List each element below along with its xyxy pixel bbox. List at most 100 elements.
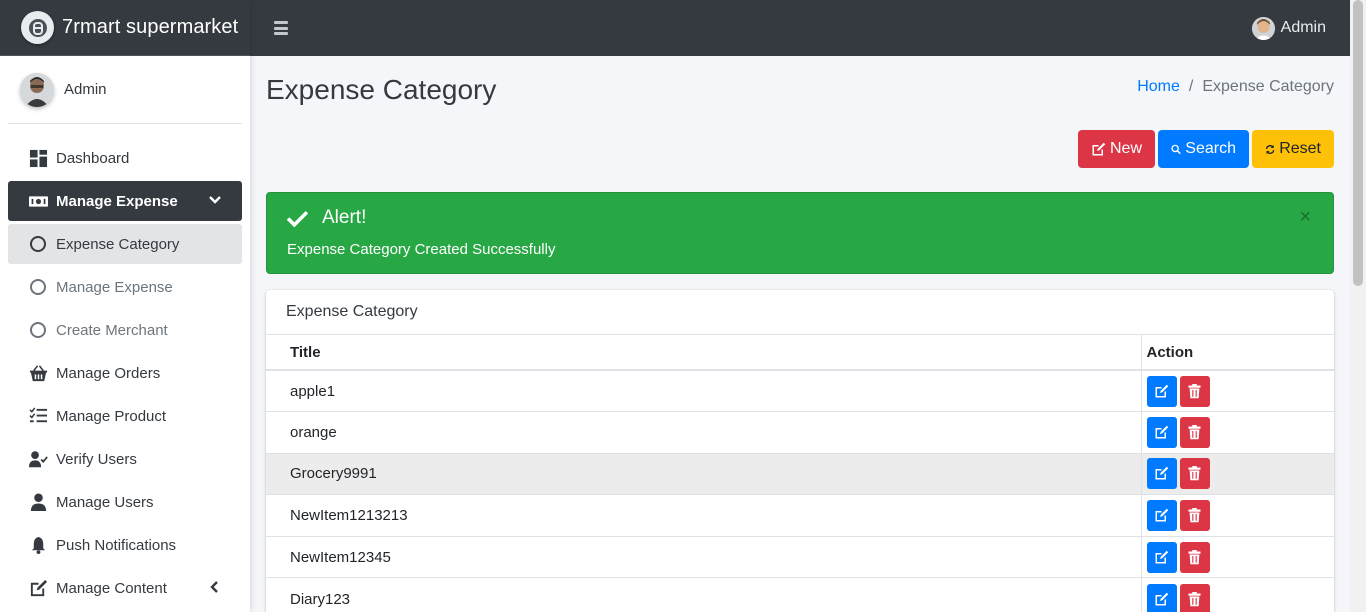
edit-button[interactable] xyxy=(1146,416,1177,448)
edit-icon xyxy=(1155,384,1169,398)
edit-icon xyxy=(1155,550,1169,564)
page-scrollbar[interactable] xyxy=(1350,0,1366,612)
edit-button[interactable] xyxy=(1146,375,1177,407)
new-button[interactable]: New xyxy=(1078,130,1155,168)
user-icon xyxy=(28,492,48,512)
search-button[interactable]: Search xyxy=(1158,130,1249,168)
toolbar: New Search Reset xyxy=(1078,130,1334,168)
trash-icon xyxy=(1188,466,1201,481)
delete-button[interactable] xyxy=(1179,416,1210,448)
edit-icon xyxy=(28,578,48,598)
brand-name: 7rmart supermarket xyxy=(62,16,239,38)
sidebar-item-manage-expense-group[interactable]: Manage Expense xyxy=(8,181,242,221)
column-header-title: Title xyxy=(266,335,1141,371)
breadcrumb-home-link[interactable]: Home xyxy=(1137,78,1180,96)
sidebar: 7rmart supermarket Admin Dashboard Manag… xyxy=(0,0,250,612)
chevron-down-icon xyxy=(208,193,222,211)
close-icon[interactable]: × xyxy=(1299,207,1311,227)
delete-button[interactable] xyxy=(1179,375,1210,407)
sidebar-item-label: Manage Expense xyxy=(56,278,173,296)
alert-message: Expense Category Created Successfully xyxy=(287,241,556,258)
delete-button[interactable] xyxy=(1179,583,1210,612)
circle-icon xyxy=(28,320,48,340)
top-navbar: Admin xyxy=(250,0,1350,56)
breadcrumb: Home / Expense Category xyxy=(1137,78,1334,96)
search-button-label: Search xyxy=(1185,140,1236,157)
sidebar-item-label: Verify Users xyxy=(56,450,137,468)
scrollbar-thumb[interactable] xyxy=(1353,0,1363,286)
column-header-action: Action xyxy=(1140,335,1334,371)
money-bill-icon xyxy=(28,191,48,211)
trash-icon xyxy=(1188,591,1201,606)
reset-button-label: Reset xyxy=(1279,140,1321,157)
sidebar-item-expense-category[interactable]: Expense Category xyxy=(8,224,242,264)
table-header-row: Title Action xyxy=(266,335,1334,371)
card-title: Expense Category xyxy=(266,290,1334,335)
sidebar-user-name: Admin xyxy=(64,81,107,98)
row-title: NewItem12345 xyxy=(266,535,1141,578)
sidebar-nav: Dashboard Manage Expense Expense Categor… xyxy=(0,138,250,608)
user-panel[interactable]: Admin xyxy=(8,56,242,124)
sidebar-item-label: Dashboard xyxy=(56,149,130,167)
trash-icon xyxy=(1188,383,1201,398)
table-row: apple1 xyxy=(266,369,1334,412)
avatar xyxy=(20,72,54,107)
circle-icon xyxy=(28,234,48,254)
reset-button[interactable]: Reset xyxy=(1252,130,1334,168)
edit-button[interactable] xyxy=(1146,541,1177,573)
sidebar-item-create-merchant[interactable]: Create Merchant xyxy=(8,310,242,350)
edit-icon xyxy=(1155,592,1169,606)
sidebar-item-push-notifications[interactable]: Push Notifications xyxy=(8,525,242,565)
sidebar-item-manage-product[interactable]: Manage Product xyxy=(8,396,242,436)
breadcrumb-current: Expense Category xyxy=(1202,78,1334,95)
row-title: NewItem1213213 xyxy=(266,494,1141,537)
sidebar-item-verify-users[interactable]: Verify Users xyxy=(8,439,242,479)
table-row: NewItem12345 xyxy=(266,535,1334,578)
breadcrumb-separator: / xyxy=(1188,78,1194,95)
navbar-user-menu[interactable]: Admin xyxy=(1251,0,1326,56)
trash-icon xyxy=(1188,424,1201,440)
sidebar-item-label: Manage Users xyxy=(56,493,154,511)
trash-icon xyxy=(1188,549,1201,564)
sidebar-item-label: Manage Orders xyxy=(56,364,161,382)
row-actions xyxy=(1140,452,1334,495)
edit-icon xyxy=(1155,425,1169,439)
edit-icon xyxy=(1155,467,1169,480)
dashboard-icon xyxy=(28,148,48,168)
sidebar-item-label: Push Notifications xyxy=(56,536,177,554)
edit-button[interactable] xyxy=(1146,458,1177,490)
row-actions xyxy=(1140,369,1334,412)
row-title: orange xyxy=(266,411,1141,454)
sidebar-item-label: Manage Expense xyxy=(56,192,178,210)
edit-button[interactable] xyxy=(1146,583,1177,612)
row-actions xyxy=(1140,494,1334,537)
sidebar-item-dashboard[interactable]: Dashboard xyxy=(8,138,242,178)
brand[interactable]: 7rmart supermarket xyxy=(0,0,250,56)
menu-toggle-icon[interactable] xyxy=(274,21,288,35)
delete-button[interactable] xyxy=(1179,458,1210,490)
table-row: Diary123 xyxy=(266,577,1334,612)
sidebar-item-manage-content[interactable]: Manage Content xyxy=(8,568,242,608)
expense-category-table: Title Action apple1 orange Grocery9991 N… xyxy=(266,335,1334,612)
sidebar-item-manage-expense[interactable]: Manage Expense xyxy=(8,267,242,307)
sidebar-item-manage-orders[interactable]: Manage Orders xyxy=(8,353,242,393)
table-row: Grocery9991 xyxy=(266,452,1334,495)
row-actions xyxy=(1140,577,1334,612)
new-button-label: New xyxy=(1109,140,1142,157)
trash-icon xyxy=(1188,508,1201,523)
delete-button[interactable] xyxy=(1179,541,1210,573)
row-title: Grocery9991 xyxy=(266,452,1141,495)
edit-icon xyxy=(1092,142,1106,155)
row-title: apple1 xyxy=(266,369,1141,412)
delete-button[interactable] xyxy=(1179,500,1210,532)
bell-icon xyxy=(28,535,48,555)
row-actions xyxy=(1140,535,1334,578)
row-title: Diary123 xyxy=(266,577,1141,612)
search-icon xyxy=(1171,144,1181,154)
alert-header: Alert! xyxy=(287,207,366,229)
edit-button[interactable] xyxy=(1146,500,1177,532)
sidebar-item-manage-users[interactable]: Manage Users xyxy=(8,482,242,522)
chevron-left-icon xyxy=(208,580,222,598)
check-icon xyxy=(287,210,308,227)
sync-icon xyxy=(1265,144,1275,154)
